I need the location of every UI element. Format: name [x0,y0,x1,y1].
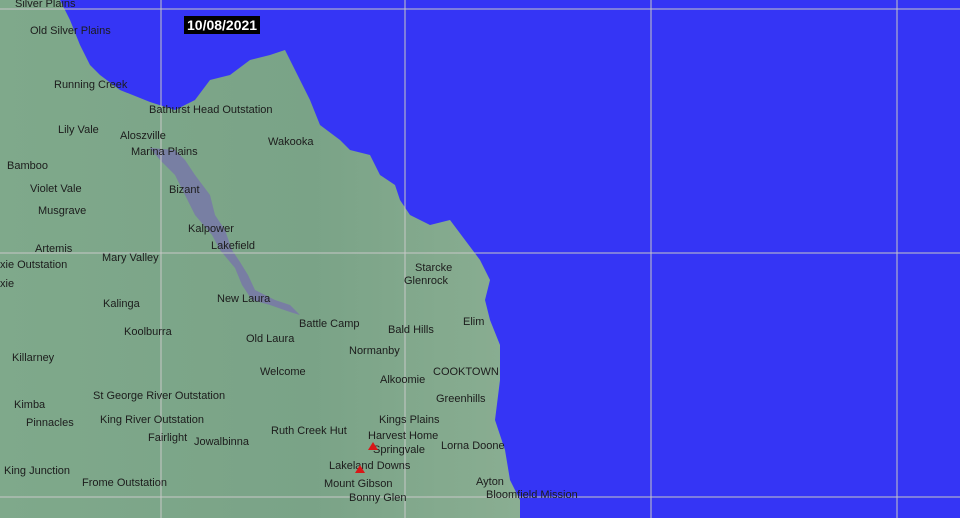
place-kings-plains: Kings Plains [379,414,440,426]
place-violet-vale: Violet Vale [30,183,82,195]
place-kalpower: Kalpower [188,223,234,235]
place-starcke: Starcke [415,262,453,274]
place-st-george-river-outstation: St George River Outstation [93,390,226,402]
place-old-laura: Old Laura [246,333,295,345]
place-king-junction: King Junction [4,465,71,477]
place-ruth-creek-hut: Ruth Creek Hut [271,425,347,437]
place-kalinga: Kalinga [103,298,140,310]
place-bonny-glen: Bonny Glen [349,492,407,504]
place-bloomfield-mission: Bloomfield Mission [486,489,578,501]
place-frome-outstation: Frome Outstation [82,477,167,489]
place-battle-camp: Battle Camp [299,318,360,330]
place-wakooka: Wakooka [268,136,314,148]
place-xie-outstation: xie Outstation [0,259,68,271]
place-pinnacles: Pinnacles [26,417,74,429]
place-marina-plains: Marina Plains [131,146,198,158]
place-mount-gibson: Mount Gibson [324,478,393,490]
place-bizant: Bizant [169,184,200,196]
place-ayton: Ayton [476,476,504,488]
place-musgrave: Musgrave [38,205,87,217]
date-label: 10/08/2021 [184,16,261,34]
place-jowalbinna: Jowalbinna [194,436,250,448]
place-aloszville: Aloszville [120,130,166,142]
place-koolburra: Koolburra [124,326,172,338]
place-lakefield: Lakefield [211,240,256,252]
place-bathurst-head-outstation: Bathurst Head Outstation [149,104,273,116]
place-greenhills: Greenhills [436,393,486,405]
place-glenrock: Glenrock [404,275,449,287]
place-silver-plains: Silver Plains [15,0,76,10]
flood-map[interactable]: 10/08/2021 Silver Plains Old Silver Plai… [0,0,960,518]
place-normanby: Normanby [349,345,400,357]
place-harvest-home: Harvest Home [368,430,439,442]
place-artemis: Artemis [35,243,73,255]
place-mary-valley: Mary Valley [102,252,159,264]
place-bamboo: Bamboo [7,160,48,172]
place-lily-vale: Lily Vale [58,124,99,136]
place-running-creek: Running Creek [54,79,128,91]
place-welcome: Welcome [260,366,306,378]
place-fairlight: Fairlight [148,432,188,444]
place-bald-hills: Bald Hills [388,324,434,336]
place-springvale: Springvale [373,444,425,456]
place-old-silver-plains: Old Silver Plains [30,25,111,37]
place-killarney: Killarney [12,352,55,364]
place-elim: Elim [463,316,485,328]
marker-lakeland-downs [355,465,365,473]
place-king-river-outstation: King River Outstation [100,414,204,426]
place-new-laura: New Laura [217,293,271,305]
place-lakeland-downs: Lakeland Downs [329,460,411,472]
place-cooktown: COOKTOWN [433,366,499,378]
marker-springvale [368,442,378,450]
place-kimba: Kimba [14,399,46,411]
place-lorna-doone: Lorna Doone [441,440,505,452]
place-xie: xie [0,278,15,290]
place-alkoomie: Alkoomie [380,374,426,386]
